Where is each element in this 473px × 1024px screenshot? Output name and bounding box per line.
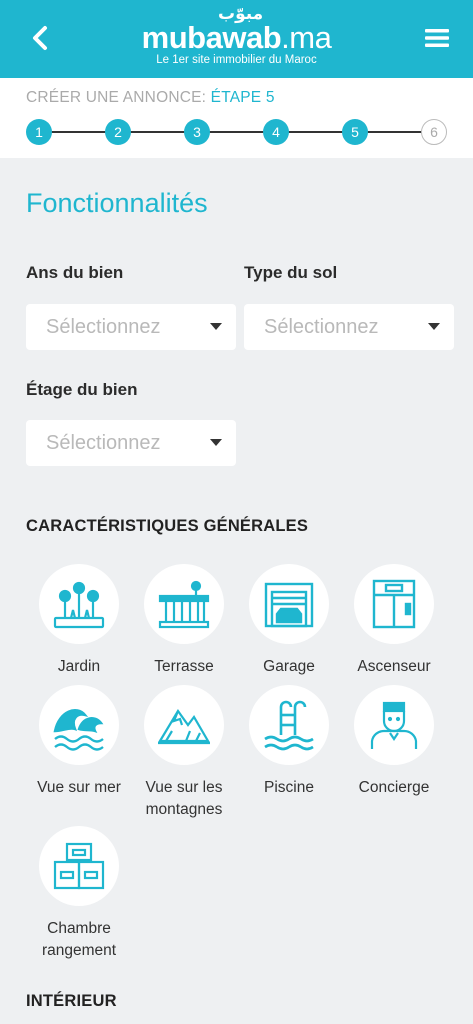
feature-garage-label: Garage — [263, 658, 315, 675]
garage-icon — [264, 582, 314, 628]
feature-garage[interactable]: Garage — [237, 564, 341, 678]
app-header: مبوّب mubawab.ma Le 1er site immobilier … — [0, 0, 473, 78]
section-title: Fonctionnalités — [26, 188, 208, 218]
caret-down-icon — [210, 439, 222, 446]
feature-terrasse[interactable]: Terrasse — [132, 564, 236, 678]
feature-chambre-rangement-label: Chambre rangement — [41, 920, 117, 959]
pool-icon — [264, 700, 314, 751]
logo-main-text: mubawab — [141, 20, 282, 55]
feature-jardin-toggle[interactable] — [39, 564, 119, 644]
step-3: 3 — [184, 119, 210, 145]
ans-du-bien-placeholder: Sélectionnez — [46, 315, 161, 338]
feature-concierge[interactable]: Concierge — [342, 685, 446, 799]
feature-piscine-toggle[interactable] — [249, 685, 329, 765]
feature-chambre-rangement[interactable]: Chambre rangement — [27, 826, 131, 962]
ans-du-bien-select[interactable]: Sélectionnez — [26, 304, 236, 350]
feature-terrasse-toggle[interactable] — [144, 564, 224, 644]
general-features-title: CARACTÉRISTIQUES GÉNÉRALES — [26, 517, 309, 535]
feature-vue-sur-les-montagnes-toggle[interactable] — [144, 685, 224, 765]
step-4: 4 — [263, 119, 289, 145]
step-5: 5 — [342, 119, 368, 145]
etage-du-bien-label: Étage du bien — [26, 380, 138, 399]
step-1: 1 — [26, 119, 52, 145]
feature-ascenseur-label: Ascenseur — [357, 658, 431, 675]
interior-title: INTÉRIEUR — [26, 992, 117, 1010]
mountain-view-icon — [158, 708, 210, 745]
type-du-sol-placeholder: Sélectionnez — [264, 315, 379, 338]
logo[interactable]: mubawab.ma Le 1er site immobilier du Mar… — [0, 6, 473, 66]
step-caption: CRÉER UNE ANNONCE: ÉTAPE 5 — [26, 89, 275, 107]
etage-du-bien-select[interactable]: Sélectionnez — [26, 420, 236, 466]
step-caption-prefix: CRÉER UNE ANNONCE: — [26, 89, 211, 106]
feature-vue-sur-mer[interactable]: Vue sur mer — [27, 685, 131, 799]
feature-vue-sur-mer-label: Vue sur mer — [37, 779, 121, 796]
step-connector-line — [40, 131, 433, 133]
feature-ascenseur-toggle[interactable] — [354, 564, 434, 644]
step-2: 2 — [105, 119, 131, 145]
elevator-icon — [372, 579, 416, 629]
logo-tld-text: .ma — [281, 20, 332, 55]
caret-down-icon — [210, 323, 222, 330]
ans-du-bien-label: Ans du bien — [26, 263, 124, 282]
feature-vue-sur-les-montagnes[interactable]: Vue sur les montagnes — [132, 685, 236, 821]
storage-room-icon — [53, 842, 105, 890]
caret-down-icon — [428, 323, 440, 330]
feature-ascenseur[interactable]: Ascenseur — [342, 564, 446, 678]
tagline: Le 1er site immobilier du Maroc — [156, 54, 317, 66]
feature-piscine-label: Piscine — [264, 779, 314, 796]
feature-concierge-label: Concierge — [358, 779, 430, 796]
etage-du-bien-placeholder: Sélectionnez — [46, 431, 161, 454]
feature-jardin-label: Jardin — [57, 658, 101, 675]
feature-vue-sur-mer-toggle[interactable] — [39, 685, 119, 765]
garden-icon — [53, 581, 105, 629]
type-du-sol-select[interactable]: Sélectionnez — [244, 304, 454, 350]
feature-terrasse-label: Terrasse — [154, 658, 214, 675]
step-caption-current: ÉTAPE 5 — [210, 89, 275, 106]
feature-jardin[interactable]: Jardin — [27, 564, 131, 678]
type-du-sol-label: Type du sol — [244, 263, 338, 282]
feature-concierge-toggle[interactable] — [354, 685, 434, 765]
menu-button[interactable] — [419, 20, 455, 56]
feature-piscine[interactable]: Piscine — [237, 685, 341, 799]
step-6: 6 — [421, 119, 447, 145]
feature-garage-toggle[interactable] — [249, 564, 329, 644]
feature-vue-sur-les-montagnes-label: Vue sur les montagnes — [145, 779, 223, 818]
feature-chambre-rangement-toggle[interactable] — [39, 826, 119, 906]
terrace-icon — [158, 580, 210, 629]
step-progress: CRÉER UNE ANNONCE: ÉTAPE 5 1 2 3 4 5 6 — [0, 78, 473, 158]
hamburger-menu-icon — [425, 29, 449, 47]
sea-view-icon — [53, 709, 104, 751]
concierge-icon — [370, 701, 418, 749]
